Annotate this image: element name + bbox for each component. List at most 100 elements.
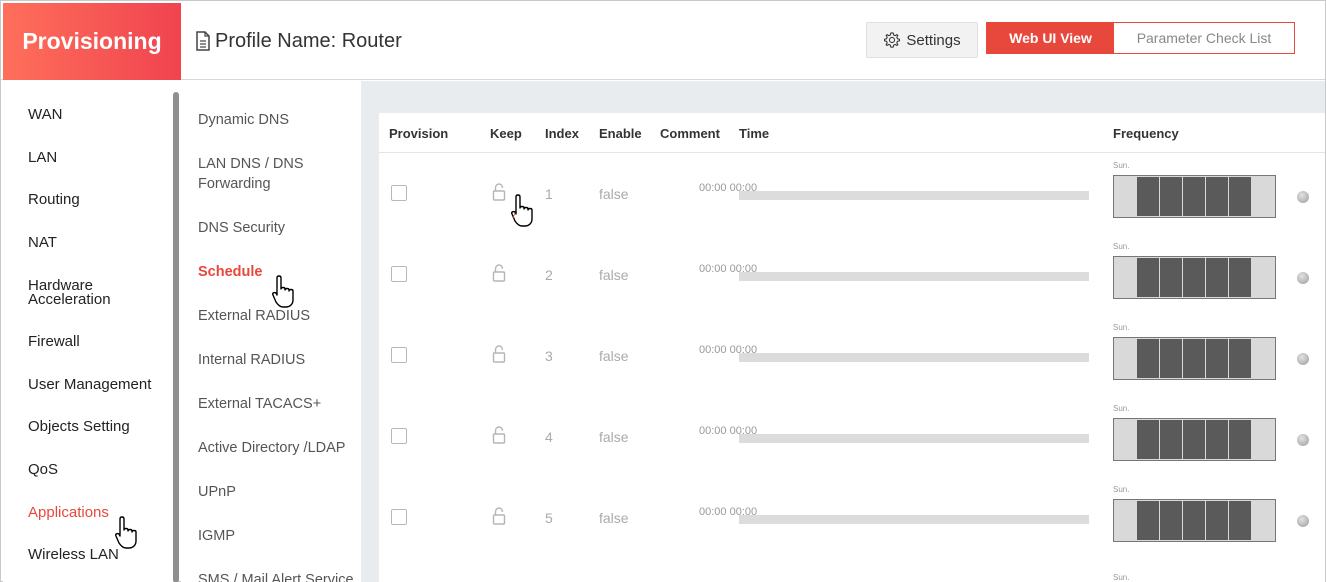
hand-cursor-icon: [511, 194, 533, 227]
subnav-item-external-tacacs[interactable]: External TACACS+: [198, 394, 321, 414]
status-dot: [1297, 353, 1309, 365]
index-value: 4: [545, 429, 553, 445]
lock-icon[interactable]: [491, 344, 507, 364]
frequency-block: [1183, 501, 1205, 540]
subnav-item-dns-security[interactable]: DNS Security: [198, 218, 285, 238]
frequency-block: [1206, 177, 1228, 216]
nav-item-firewall[interactable]: Firewall: [28, 334, 80, 349]
subnav-item-active-directory-ldap[interactable]: Active Directory /LDAP: [198, 438, 345, 458]
provision-checkbox[interactable]: [391, 509, 407, 525]
subnav-item-upnp[interactable]: UPnP: [198, 482, 236, 502]
column-time: Time: [739, 126, 770, 141]
partial-row-day-label: Sun.: [1113, 573, 1130, 582]
nav-item-hardware-acceleration[interactable]: Hardware Acceleration: [28, 278, 128, 307]
main-content: Provision Keep Index Enable Comment Time…: [361, 81, 1325, 582]
frequency-bar[interactable]: [1113, 499, 1276, 542]
lock-icon[interactable]: [491, 506, 507, 526]
frequency-bar[interactable]: [1113, 418, 1276, 461]
nav-scrollbar[interactable]: [173, 92, 179, 582]
schedule-table: Provision Keep Index Enable Comment Time…: [379, 113, 1325, 582]
enable-value: false: [599, 429, 629, 445]
time-range-bar[interactable]: [739, 434, 1089, 443]
frequency-bar[interactable]: [1113, 337, 1276, 380]
frequency-block: [1137, 501, 1159, 540]
frequency-bar[interactable]: [1113, 175, 1276, 218]
provision-checkbox[interactable]: [391, 347, 407, 363]
frequency-block: [1206, 339, 1228, 378]
column-provision: Provision: [389, 126, 449, 141]
provision-checkbox[interactable]: [391, 266, 407, 282]
time-range-bar[interactable]: [739, 191, 1089, 200]
index-value: 2: [545, 267, 553, 283]
nav-item-applications[interactable]: Applications: [28, 505, 109, 520]
hand-cursor-icon: [272, 275, 294, 308]
nav-item-qos[interactable]: QoS: [28, 462, 58, 477]
subnav-item-igmp[interactable]: IGMP: [198, 526, 235, 546]
enable-value: false: [599, 267, 629, 283]
index-value: 3: [545, 348, 553, 364]
settings-label: Settings: [906, 31, 961, 49]
frequency-block: [1160, 258, 1182, 297]
column-keep: Keep: [490, 126, 522, 141]
settings-button[interactable]: Settings: [866, 22, 978, 58]
frequency-block: [1183, 177, 1205, 216]
frequency-block: [1183, 420, 1205, 459]
time-range-bar[interactable]: [739, 515, 1089, 524]
web-ui-view-button[interactable]: Web UI View: [987, 23, 1114, 53]
column-index: Index: [545, 126, 579, 141]
profile-title: Profile Name: Router: [195, 29, 402, 53]
frequency-block: [1229, 177, 1251, 216]
frequency-block: [1137, 258, 1159, 297]
parameter-check-list-button[interactable]: Parameter Check List: [1114, 23, 1294, 53]
provision-checkbox[interactable]: [391, 185, 407, 201]
nav-item-wireless-lan[interactable]: Wireless LAN: [28, 547, 119, 562]
nav-item-routing[interactable]: Routing: [28, 192, 80, 207]
index-value: 5: [545, 510, 553, 526]
lock-icon[interactable]: [491, 425, 507, 445]
table-row: 4 false 00:00 00:00 Sun.: [379, 397, 1325, 478]
document-icon: [196, 31, 210, 51]
nav-item-objects-setting[interactable]: Objects Setting: [28, 419, 130, 434]
brand-title: Provisioning: [3, 3, 181, 80]
lock-icon[interactable]: [491, 263, 507, 283]
frequency-block: [1229, 258, 1251, 297]
frequency-block: [1206, 258, 1228, 297]
subnav-item-lan-dns-forwarding[interactable]: LAN DNS / DNS Forwarding: [198, 154, 328, 194]
nav-item-user-management[interactable]: User Management: [28, 377, 151, 392]
subnav-item-internal-radius[interactable]: Internal RADIUS: [198, 350, 305, 370]
hand-cursor-icon: [115, 516, 137, 549]
index-value: 1: [545, 186, 553, 202]
profile-title-text: Profile Name: Router: [215, 29, 402, 52]
frequency-block: [1137, 420, 1159, 459]
nav-item-lan[interactable]: LAN: [28, 150, 57, 165]
sub-nav: Dynamic DNS LAN DNS / DNS Forwarding DNS…: [181, 81, 361, 582]
frequency-block: [1183, 339, 1205, 378]
subnav-item-dynamic-dns[interactable]: Dynamic DNS: [198, 110, 289, 130]
frequency-bar[interactable]: [1113, 256, 1276, 299]
status-dot: [1297, 434, 1309, 446]
provision-checkbox[interactable]: [391, 428, 407, 444]
frequency-block: [1229, 420, 1251, 459]
column-comment: Comment: [660, 126, 720, 141]
status-dot: [1297, 191, 1309, 203]
nav-item-nat[interactable]: NAT: [28, 235, 57, 250]
frequency-day-label: Sun.: [1113, 242, 1130, 251]
enable-value: false: [599, 510, 629, 526]
frequency-block: [1160, 177, 1182, 216]
subnav-item-schedule[interactable]: Schedule: [198, 262, 262, 282]
frequency-block: [1137, 339, 1159, 378]
nav-item-wan[interactable]: WAN: [28, 107, 62, 122]
subnav-item-sms-mail-alert[interactable]: SMS / Mail Alert Service: [198, 570, 354, 582]
frequency-day-label: Sun.: [1113, 161, 1130, 170]
column-enable: Enable: [599, 126, 642, 141]
frequency-block: [1229, 501, 1251, 540]
time-range-bar[interactable]: [739, 272, 1089, 281]
frequency-day-label: Sun.: [1113, 404, 1130, 413]
column-frequency: Frequency: [1113, 126, 1179, 141]
lock-icon[interactable]: [491, 182, 507, 202]
time-range-bar[interactable]: [739, 353, 1089, 362]
frequency-block: [1137, 177, 1159, 216]
frequency-block: [1160, 501, 1182, 540]
frequency-block: [1160, 339, 1182, 378]
frequency-block: [1229, 339, 1251, 378]
